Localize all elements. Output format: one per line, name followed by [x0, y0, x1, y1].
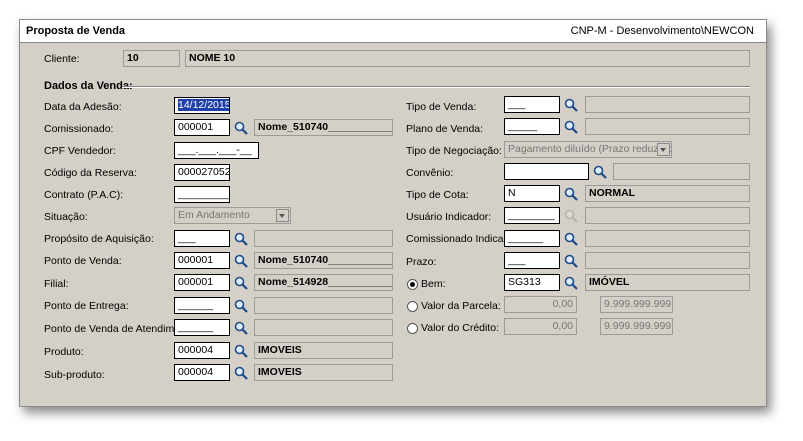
data-adesao-input[interactable]: 14/12/2015	[174, 97, 230, 114]
plano-venda-desc	[585, 118, 750, 135]
sub-produto-desc: IMOVEIS	[254, 364, 393, 381]
title-bar: Proposta de Venda CNP-M - Desenvolviment…	[20, 20, 766, 43]
chevron-down-icon[interactable]	[276, 209, 289, 222]
valor-credito-label: Valor do Crédito:	[421, 322, 500, 334]
filial-desc: Nome_514928_______________	[254, 274, 393, 291]
produto-search-icon[interactable]	[233, 343, 249, 359]
proposito-desc	[254, 230, 393, 247]
section-divider	[122, 86, 750, 88]
prazo-search-icon[interactable]	[563, 253, 579, 269]
sub-produto-input[interactable]: 000004	[174, 364, 230, 381]
produto-desc: IMOVEIS	[254, 342, 393, 359]
comissionado-label: Comissionado:	[44, 123, 114, 135]
tipo-cota-label: Tipo de Cota:	[406, 189, 469, 201]
convenio-desc	[613, 163, 750, 180]
filial-label: Filial:	[44, 278, 69, 290]
tipo-cota-input[interactable]: N	[504, 185, 560, 202]
valor-credito-max: 9.999.999.999,99	[600, 318, 673, 335]
ponto-atendimento-input[interactable]: ______	[174, 319, 230, 336]
comissionado-search-icon[interactable]	[233, 120, 249, 136]
convenio-label: Convênio:	[406, 167, 454, 179]
produto-input[interactable]: 000004	[174, 342, 230, 359]
bem-radio[interactable]	[407, 279, 418, 290]
proposito-label: Propósito de Aquisição:	[44, 233, 154, 245]
tipo-cota-desc: NORMAL	[585, 185, 750, 202]
cpf-vendedor-input[interactable]: ___.___.___-__	[174, 142, 259, 159]
comissionado-input[interactable]: 000001	[174, 119, 230, 136]
data-adesao-label: Data da Adesão:	[44, 101, 122, 113]
ponto-venda-search-icon[interactable]	[233, 253, 249, 269]
plano-venda-input[interactable]: _____	[504, 118, 560, 135]
ponto-venda-desc: Nome_510740_______________	[254, 252, 393, 269]
ponto-venda-label: Ponto de Venda:	[44, 255, 122, 267]
situacao-select[interactable]: Em Andamento	[174, 207, 291, 224]
produto-label: Produto:	[44, 346, 84, 358]
ponto-entrega-desc	[254, 297, 393, 314]
prazo-desc	[585, 252, 750, 269]
environment-label: CNP-M - Desenvolvimento\NEWCON	[570, 25, 754, 37]
situacao-value: Em Andamento	[178, 209, 250, 221]
valor-parcela-max: 9.999.999.999,99	[600, 296, 673, 313]
sub-produto-search-icon[interactable]	[233, 365, 249, 381]
cliente-name: NOME 10	[185, 50, 750, 67]
tipo-negociacao-select[interactable]: Pagamento diluído (Prazo reduzido)	[504, 141, 672, 158]
ponto-venda-input[interactable]: 000001	[174, 252, 230, 269]
contrato-label: Contrato (P.A.C):	[44, 189, 124, 201]
ponto-atendimento-search-icon[interactable]	[233, 320, 249, 336]
prazo-label: Prazo:	[406, 256, 437, 268]
tipo-venda-search-icon[interactable]	[563, 97, 579, 113]
codigo-reserva-label: Código da Reserva:	[44, 167, 137, 179]
sub-produto-label: Sub-produto:	[44, 369, 105, 381]
ponto-entrega-label: Ponto de Entrega:	[44, 300, 129, 312]
convenio-input[interactable]	[504, 163, 589, 180]
comissionado-desc: Nome_510740_______________	[254, 119, 393, 136]
usuario-indicador-label: Usuário Indicador:	[406, 211, 492, 223]
data-adesao-value: 14/12/2015	[178, 99, 230, 111]
ponto-entrega-search-icon[interactable]	[233, 298, 249, 314]
comissionado-indicador-input[interactable]: ______	[504, 230, 560, 247]
bem-desc: IMÓVEL	[585, 274, 750, 291]
usuario-indicador-desc	[585, 207, 750, 224]
prazo-input[interactable]: ___	[504, 252, 560, 269]
tipo-venda-label: Tipo de Venda:	[406, 101, 477, 113]
proposito-search-icon[interactable]	[233, 231, 249, 247]
valor-parcela-input[interactable]: 0,00	[504, 296, 577, 313]
filial-search-icon[interactable]	[233, 275, 249, 291]
plano-venda-label: Plano de Venda:	[406, 123, 484, 135]
usuario-indicador-search-icon[interactable]	[563, 208, 579, 224]
valor-parcela-radio[interactable]	[407, 301, 418, 312]
window-title: Proposta de Venda	[26, 25, 126, 37]
tipo-cota-search-icon[interactable]	[563, 186, 579, 202]
chevron-down-icon[interactable]	[657, 143, 670, 156]
tipo-venda-input[interactable]: ___	[504, 96, 560, 113]
bem-label: Bem:	[421, 278, 446, 290]
valor-credito-input[interactable]: 0,00	[504, 318, 577, 335]
valor-parcela-label: Valor da Parcela:	[421, 300, 501, 312]
bem-input[interactable]: SG313	[504, 274, 560, 291]
tipo-negociacao-label: Tipo de Negociação:	[406, 145, 502, 157]
tipo-venda-desc	[585, 96, 750, 113]
cliente-label: Cliente:	[44, 53, 80, 65]
comissionado-indicador-search-icon[interactable]	[563, 231, 579, 247]
filial-input[interactable]: 000001	[174, 274, 230, 291]
contrato-input[interactable]: __________	[174, 186, 230, 203]
plano-venda-search-icon[interactable]	[563, 119, 579, 135]
usuario-indicador-input[interactable]: ________	[504, 207, 560, 224]
valor-credito-radio[interactable]	[407, 323, 418, 334]
bem-search-icon[interactable]	[563, 275, 579, 291]
cliente-code: 10	[123, 50, 180, 67]
ponto-atendimento-desc	[254, 319, 393, 336]
comissionado-indicador-desc	[585, 230, 750, 247]
convenio-search-icon[interactable]	[592, 164, 608, 180]
cpf-vendedor-label: CPF Vendedor:	[44, 145, 116, 157]
section-title: Dados da Venda:	[44, 80, 133, 92]
ponto-entrega-input[interactable]: ______	[174, 297, 230, 314]
proposito-input[interactable]: ___	[174, 230, 230, 247]
tipo-negociacao-value: Pagamento diluído (Prazo reduzido)	[508, 143, 672, 155]
codigo-reserva-input[interactable]: 0000270521	[174, 164, 230, 181]
situacao-label: Situação:	[44, 211, 88, 223]
